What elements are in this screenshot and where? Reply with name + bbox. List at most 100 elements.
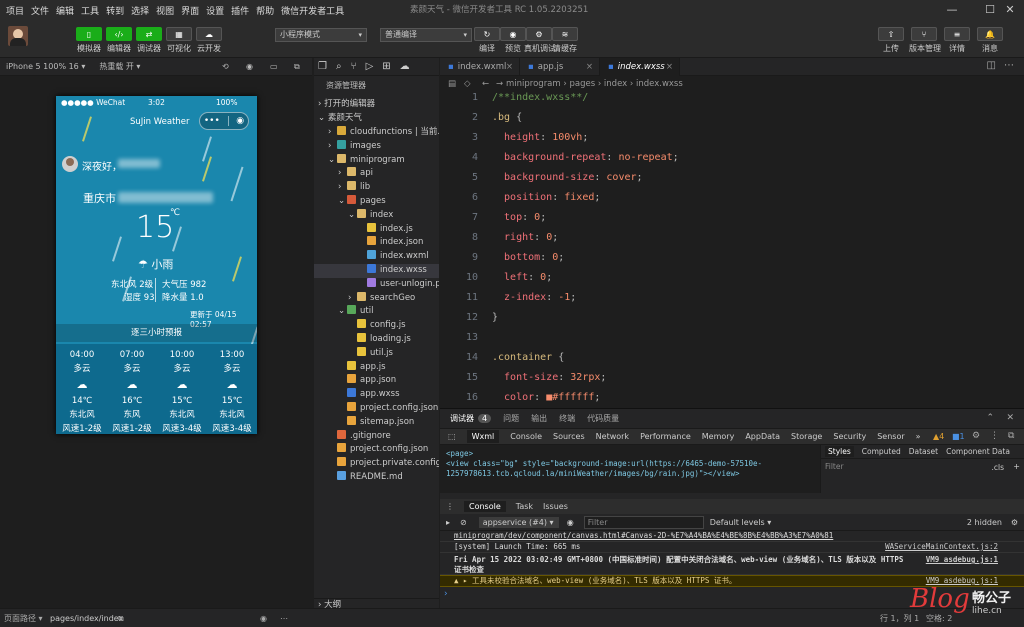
tree-item[interactable]: ⌄ index: [314, 208, 439, 223]
dock-icon[interactable]: ⧉: [1008, 431, 1014, 441]
message-source-link[interactable]: VM9_asdebug.js:1: [926, 576, 998, 586]
avatar[interactable]: [8, 26, 28, 46]
close-capsule-icon[interactable]: ◉: [236, 116, 244, 126]
toolbar-button-2[interactable]: ⇄ 调试器: [134, 27, 164, 54]
message-source-link[interactable]: WAServiceMainContext.js:2: [885, 542, 998, 552]
tree-item[interactable]: › searchGeo: [314, 291, 439, 306]
console-message[interactable]: [system] Launch Time: 665 ms WAServiceMai…: [440, 542, 1024, 553]
toolbar-button-0[interactable]: ▯ 模拟器: [74, 27, 104, 54]
tree-item[interactable]: ⌄ miniprogram: [314, 153, 439, 168]
device-select[interactable]: iPhone 5 100% 16 ▾: [6, 62, 85, 71]
record-icon[interactable]: ◉: [246, 62, 253, 71]
minimize-button[interactable]: —: [938, 0, 966, 20]
user-avatar[interactable]: [62, 156, 78, 172]
run-icon[interactable]: ▸: [446, 518, 450, 527]
open-editors-section[interactable]: › 打开的编辑器: [314, 98, 439, 112]
bookmark2-icon[interactable]: ◇: [464, 76, 471, 92]
devtools-tab[interactable]: Storage: [791, 432, 822, 441]
devtools-tab[interactable]: Sources: [553, 432, 585, 441]
debug-icon[interactable]: ▷: [366, 61, 374, 72]
tree-item[interactable]: index.wxss: [314, 264, 439, 278]
project-root[interactable]: ⌄ 素颜天气: [314, 112, 439, 126]
tree-item[interactable]: util.js: [314, 346, 439, 361]
editor-tab[interactable]: ▪ index.wxss ×: [600, 58, 680, 76]
bookmark-icon[interactable]: ▤: [448, 76, 456, 92]
menu-item[interactable]: 界面: [181, 4, 199, 17]
console-settings-icon[interactable]: ⚙: [1011, 518, 1018, 527]
debug-tab[interactable]: 终端: [559, 413, 575, 424]
menu-item[interactable]: 插件: [231, 4, 249, 17]
devtools-tab[interactable]: AppData: [745, 432, 780, 441]
tree-item[interactable]: › cloudfunctions | 当前...: [314, 126, 439, 140]
phone-screen[interactable]: ●●●●● WeChat 3:02 100% SuJin Weather •••…: [56, 96, 257, 434]
devtools-tab[interactable]: Performance: [640, 432, 691, 441]
menu-item[interactable]: 视图: [156, 4, 174, 17]
styles-tab[interactable]: Computed: [862, 447, 901, 456]
context-select[interactable]: appservice (#4) ▾: [478, 517, 559, 528]
menu-item[interactable]: 设置: [206, 4, 224, 17]
source-control-icon[interactable]: ⑂: [351, 61, 357, 72]
tree-item[interactable]: config.js: [314, 319, 439, 333]
debug-tab[interactable]: 问题: [503, 413, 519, 424]
devtools-tab[interactable]: Security: [833, 432, 866, 441]
debug-tab[interactable]: 输出: [531, 413, 547, 424]
debug-tab[interactable]: 调试器: [450, 413, 474, 424]
tree-item[interactable]: user-unlogin.png: [314, 277, 439, 292]
page-path-toggle[interactable]: 页面路径 ▾: [4, 609, 43, 627]
menu-item[interactable]: 项目: [6, 4, 24, 17]
hotreload-select[interactable]: 热重载 开 ▾: [99, 61, 140, 72]
tree-item[interactable]: index.wxml: [314, 250, 439, 264]
extensions-icon[interactable]: ⊞: [382, 61, 390, 72]
console-message[interactable]: miniprogram/dev/component/canvas.html#Ca…: [440, 531, 1024, 542]
tree-item[interactable]: project.config.json: [314, 402, 439, 416]
menu-item[interactable]: 文件: [31, 4, 49, 17]
close-window-button[interactable]: ✕: [996, 0, 1024, 20]
back-icon[interactable]: ←: [482, 76, 489, 92]
console-tab[interactable]: Issues: [543, 502, 568, 511]
console-tab[interactable]: Task: [516, 502, 533, 511]
close-panel-icon[interactable]: ✕: [1006, 413, 1014, 423]
devtools-tab[interactable]: Console: [510, 432, 542, 441]
split-icon[interactable]: ⧉: [294, 62, 300, 72]
tree-item[interactable]: index.js: [314, 222, 439, 237]
add-style-icon[interactable]: +: [1013, 462, 1020, 471]
toolbar-button-3[interactable]: 🔔 消息: [975, 27, 1005, 54]
devtools-tab[interactable]: Network: [596, 432, 629, 441]
styles-tab[interactable]: Component Data: [946, 447, 1010, 456]
status-more-icon[interactable]: ⋯: [280, 609, 288, 627]
editor-tab[interactable]: ▪ index.wxml ×: [440, 58, 520, 76]
info-count[interactable]: ■1: [952, 432, 965, 441]
tree-item[interactable]: › images: [314, 139, 439, 154]
clear-console-icon[interactable]: ⊘: [460, 518, 467, 527]
devtools-tab[interactable]: Wxml: [466, 430, 500, 443]
preview-eye-icon[interactable]: ◉: [260, 609, 267, 627]
toolbar-button-4[interactable]: ☁ 云开发: [194, 27, 224, 54]
more-icon[interactable]: ⋮: [990, 431, 999, 441]
menu-item[interactable]: 微信开发者工具: [281, 4, 344, 17]
tree-item[interactable]: ⌄ pages: [314, 195, 439, 209]
console-prompt[interactable]: ›: [444, 589, 448, 599]
editor-tab[interactable]: ▪ app.js ×: [520, 58, 600, 76]
collapse-icon[interactable]: ⌃: [986, 413, 994, 423]
more-actions-icon[interactable]: ⋯: [1004, 60, 1014, 71]
menu-item[interactable]: 转到: [106, 4, 124, 17]
search-icon[interactable]: ⌕: [336, 61, 342, 72]
toolbar-button-1[interactable]: ⑂ 版本管理: [909, 27, 941, 54]
tree-item[interactable]: › lib: [314, 181, 439, 195]
cloud-icon[interactable]: ☁: [400, 61, 410, 72]
tree-item[interactable]: app.wxss: [314, 388, 439, 402]
eye-icon[interactable]: ◉: [567, 518, 574, 527]
tree-item[interactable]: › api: [314, 167, 439, 181]
tree-item[interactable]: project.config.json: [314, 443, 439, 457]
close-tab-icon[interactable]: ×: [586, 58, 593, 76]
tree-item[interactable]: .gitignore: [314, 429, 439, 444]
console-message[interactable]: Fri Apr 15 2022 03:02:49 GMT+0800 (中国标准时…: [440, 555, 1024, 575]
styles-tab[interactable]: Styles: [825, 446, 854, 457]
compile-select[interactable]: 普通编译 ▾: [380, 28, 472, 42]
copy-icon[interactable]: ⧉: [118, 609, 124, 627]
levels-select[interactable]: Default levels ▾: [710, 518, 772, 527]
console-message[interactable]: ▲ ▸ 工具未校验合法域名、web-view (业务域名)、TLS 版本以及 H…: [440, 575, 1024, 587]
toolbar-button-3[interactable]: ≋ 清缓存: [550, 27, 580, 54]
capsule-menu[interactable]: ••• ◉: [199, 112, 249, 130]
wxml-tree[interactable]: <page> <view class="bg" style="backgroun…: [440, 445, 820, 493]
